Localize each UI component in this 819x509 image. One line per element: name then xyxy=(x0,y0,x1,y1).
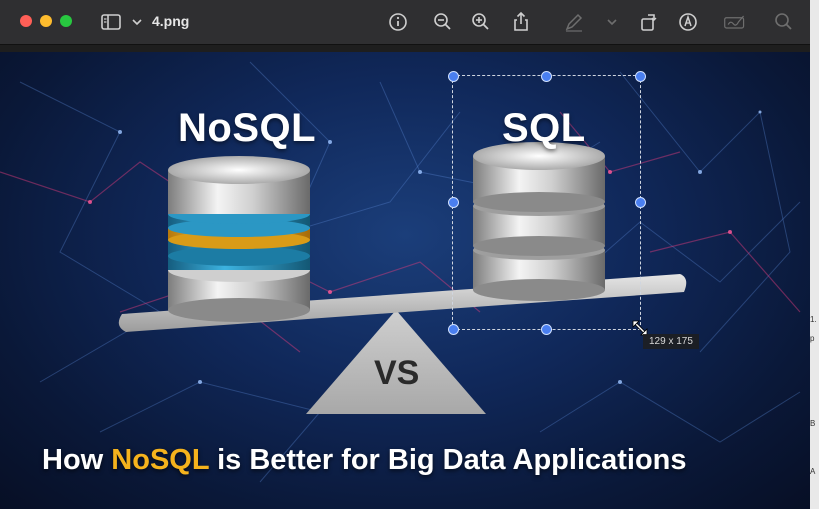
vs-label: VS xyxy=(374,354,420,392)
close-window-button[interactable] xyxy=(20,15,32,27)
selection-handle-bottom[interactable] xyxy=(541,324,552,335)
window-title: 4.png xyxy=(152,13,190,29)
selection-handle-top[interactable] xyxy=(541,71,552,82)
text-fragment: A xyxy=(810,467,816,476)
markup-pen-icon[interactable] xyxy=(562,10,586,34)
selection-size-label: 129 x 175 xyxy=(643,334,699,349)
selection-handle-left[interactable] xyxy=(448,197,459,208)
chevron-down-icon[interactable] xyxy=(600,10,617,34)
minimize-window-button[interactable] xyxy=(40,15,52,27)
text-fragment: 1. xyxy=(810,315,817,324)
rotate-icon[interactable] xyxy=(637,10,661,34)
caption-prefix: How xyxy=(42,444,112,476)
nosql-database-icon xyxy=(168,156,310,322)
network-background xyxy=(0,61,801,483)
adjacent-window-edge: 1. p B A xyxy=(810,0,819,509)
nosql-title: NoSQL xyxy=(178,106,317,150)
title-bar: 4.png xyxy=(0,0,810,45)
chevron-down-icon[interactable] xyxy=(125,10,142,34)
text-fragment: B xyxy=(810,419,816,428)
caption-suffix: is Better for Big Data Applications xyxy=(209,444,687,476)
selection-handle-right[interactable] xyxy=(635,197,646,208)
selection-rectangle[interactable] xyxy=(452,75,641,330)
sidebar-icon[interactable] xyxy=(100,10,124,34)
markup-icon[interactable] xyxy=(676,10,700,34)
selection-handle-bottom-left[interactable] xyxy=(448,324,459,335)
selection-handle-top-left[interactable] xyxy=(448,71,459,82)
info-icon[interactable] xyxy=(386,10,410,34)
caption-accent: NoSQL xyxy=(111,444,210,476)
zoom-in-icon[interactable] xyxy=(469,10,493,34)
share-icon[interactable] xyxy=(509,10,533,34)
image-canvas[interactable]: NoSQL SQL VS How NoSQL is Better for Big… xyxy=(0,52,810,509)
text-fragment: p xyxy=(810,334,815,343)
zoom-out-icon[interactable] xyxy=(431,10,455,34)
fullscreen-window-button[interactable] xyxy=(60,15,72,27)
selection-handle-top-right[interactable] xyxy=(635,71,646,82)
image-caption: How NoSQL is Better for Big Data Applica… xyxy=(42,444,687,477)
search-icon[interactable] xyxy=(772,10,796,34)
signature-icon[interactable] xyxy=(723,10,751,34)
